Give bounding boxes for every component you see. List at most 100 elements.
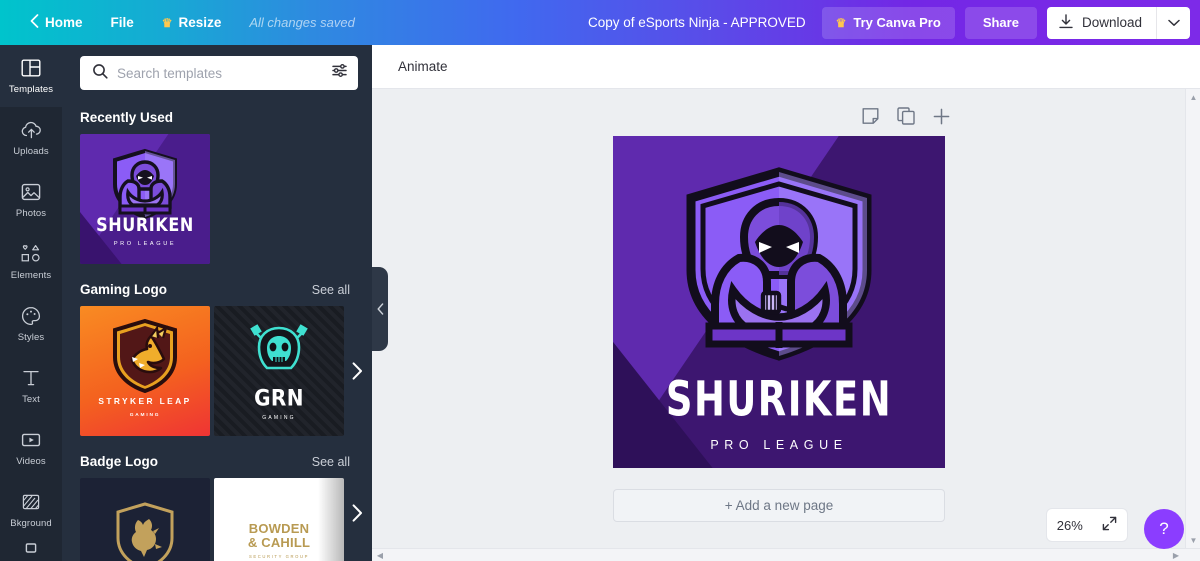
panel-collapse-handle[interactable]	[372, 267, 388, 351]
sidebar-item-bkground[interactable]: Bkground	[0, 479, 62, 541]
scroll-down-arrow[interactable]: ▼	[1186, 534, 1200, 546]
file-label: File	[110, 15, 134, 30]
template-thumbnail-bowden-cahill[interactable]: BOWDEN & CAHILL SECURITY GROUP	[214, 478, 344, 561]
filter-sliders-icon[interactable]	[331, 62, 348, 84]
dragon-mascot-graphic	[109, 318, 181, 398]
add-page-plus-icon[interactable]	[933, 107, 950, 125]
download-button-group: Download	[1046, 6, 1190, 39]
search-input[interactable]	[108, 65, 331, 81]
page-tools	[862, 107, 950, 125]
editor-stage[interactable]: SHURIKEN PRO LEAGUE + Add a new page	[372, 89, 1200, 561]
sidebar-item-styles[interactable]: Styles	[0, 293, 62, 355]
template-thumbnail-stryker-leap[interactable]: STRYKER LEAP GAMING	[80, 306, 210, 436]
help-button[interactable]: ?	[1144, 509, 1184, 549]
top-header-bar: Home File ♛ Resize All changes saved Cop…	[0, 0, 1200, 45]
template-thumbnail-shuriken[interactable]: SHURIKEN PRO LEAGUE	[80, 134, 210, 264]
thumbnail-shadow	[318, 478, 344, 561]
download-icon	[1059, 13, 1073, 32]
file-menu-button[interactable]: File	[97, 0, 148, 45]
sidebar-item-templates[interactable]: Templates	[0, 45, 62, 107]
hooded-ninja-shield-mascot[interactable]	[677, 166, 881, 367]
chevron-right-icon	[352, 504, 362, 522]
sidebar-item-elements[interactable]: Elements	[0, 231, 62, 293]
canva-editor-window: Home File ♛ Resize All changes saved Cop…	[0, 0, 1200, 561]
canvas-title[interactable]: SHURIKEN	[666, 375, 892, 423]
add-new-page-label: + Add a new page	[724, 498, 834, 513]
chevron-down-icon	[1167, 19, 1180, 26]
vertical-scrollbar[interactable]: ▲ ▼	[1185, 89, 1200, 548]
thumbnail-subtitle: PRO LEAGUE	[113, 241, 177, 247]
page-notes-icon[interactable]	[862, 107, 879, 125]
section-header-gaming-logo: Gaming Logo See all	[62, 271, 372, 306]
badge-logo-next-arrow[interactable]	[342, 478, 372, 548]
text-icon	[21, 367, 41, 389]
sidebar-item-photos[interactable]: Photos	[0, 169, 62, 231]
design-canvas[interactable]: SHURIKEN PRO LEAGUE	[613, 136, 945, 468]
share-button[interactable]: Share	[964, 6, 1037, 39]
templates-panel: Recently Used	[62, 45, 372, 561]
thumbnail-title: GRN	[254, 384, 304, 412]
thumbnail-row: SHURIKEN PRO LEAGUE	[62, 134, 372, 271]
crown-icon: ♛	[835, 15, 847, 30]
thumbnail-title: SHURIKEN	[96, 213, 194, 236]
templates-scroll-area[interactable]: Recently Used SHURIKEN PRO LEAGUE Gaming…	[62, 99, 372, 561]
expand-arrows-icon[interactable]	[1102, 516, 1117, 534]
thumbnail-row: STRYKER LEAP GAMING GRN GAMING	[62, 306, 372, 443]
zoom-control[interactable]: 26%	[1046, 508, 1128, 542]
add-new-page-button[interactable]: + Add a new page	[613, 489, 945, 522]
chevron-right-icon	[352, 362, 362, 380]
template-thumbnail-grn[interactable]: GRN GAMING	[214, 306, 344, 436]
section-header-recently-used: Recently Used	[62, 99, 372, 134]
logo-composition: SHURIKEN PRO LEAGUE	[613, 136, 945, 468]
download-button[interactable]: Download	[1047, 7, 1156, 39]
download-options-caret[interactable]	[1156, 6, 1190, 39]
help-label: ?	[1159, 519, 1169, 538]
animate-button[interactable]: Animate	[388, 53, 458, 80]
animate-label: Animate	[398, 59, 448, 74]
share-label: Share	[982, 15, 1019, 30]
sidebar-item-label: Elements	[10, 270, 52, 281]
search-icon	[92, 63, 108, 84]
document-title[interactable]: Copy of eSports Ninja - APPROVED	[588, 15, 806, 30]
left-tool-rail: Templates Uploads Photos Elements Styles…	[0, 45, 62, 561]
download-label: Download	[1081, 15, 1142, 30]
sidebar-item-uploads[interactable]: Uploads	[0, 107, 62, 169]
sidebar-item-label: Videos	[16, 456, 46, 467]
thumbnail-title: STRYKER LEAP	[98, 396, 192, 406]
photo-icon	[21, 181, 41, 203]
see-all-gaming-logo[interactable]: See all	[312, 283, 350, 297]
canvas-subtitle[interactable]: PRO LEAGUE	[710, 438, 847, 452]
try-canva-pro-button[interactable]: ♛ Try Canva Pro	[821, 6, 955, 39]
thumbnail-subtitle: GAMING	[262, 415, 296, 421]
duplicate-page-icon[interactable]	[897, 107, 915, 125]
template-thumbnail-lion-badge[interactable]	[80, 478, 210, 561]
resize-button[interactable]: ♛ Resize	[148, 0, 236, 45]
sidebar-item-label: Bkground	[10, 518, 52, 529]
sidebar-item-videos[interactable]: Videos	[0, 417, 62, 479]
header-left-menu: Home File ♛ Resize All changes saved	[0, 0, 369, 45]
scroll-up-arrow[interactable]: ▲	[1186, 91, 1200, 103]
gaming-logo-next-arrow[interactable]	[342, 306, 372, 436]
see-all-badge-logo[interactable]: See all	[312, 455, 350, 469]
home-button[interactable]: Home	[16, 0, 97, 45]
resize-label: Resize	[178, 15, 222, 30]
thumbnail-subtitle: GAMING	[129, 413, 161, 418]
palette-icon	[21, 305, 41, 327]
section-title: Recently Used	[80, 110, 174, 125]
scroll-left-arrow[interactable]: ◀	[374, 549, 386, 561]
save-status-label: All changes saved	[249, 15, 355, 30]
thumbnail-row: BOWDEN & CAHILL SECURITY GROUP	[62, 478, 372, 561]
upload-cloud-icon	[21, 119, 42, 141]
try-canva-pro-label: Try Canva Pro	[853, 15, 941, 30]
scroll-right-arrow[interactable]: ▶	[1170, 549, 1182, 561]
header-right-actions: Copy of eSports Ninja - APPROVED ♛ Try C…	[588, 0, 1190, 45]
sidebar-item-label: Photos	[15, 208, 47, 219]
sidebar-item-label: Templates	[8, 84, 54, 95]
home-label: Home	[45, 15, 83, 30]
section-title: Badge Logo	[80, 454, 158, 469]
sidebar-item-more[interactable]	[0, 541, 62, 561]
lion-shield-graphic	[114, 502, 176, 561]
sidebar-item-text[interactable]: Text	[0, 355, 62, 417]
search-box[interactable]	[80, 56, 358, 90]
horizontal-scrollbar[interactable]: ◀ ▶	[372, 548, 1200, 561]
